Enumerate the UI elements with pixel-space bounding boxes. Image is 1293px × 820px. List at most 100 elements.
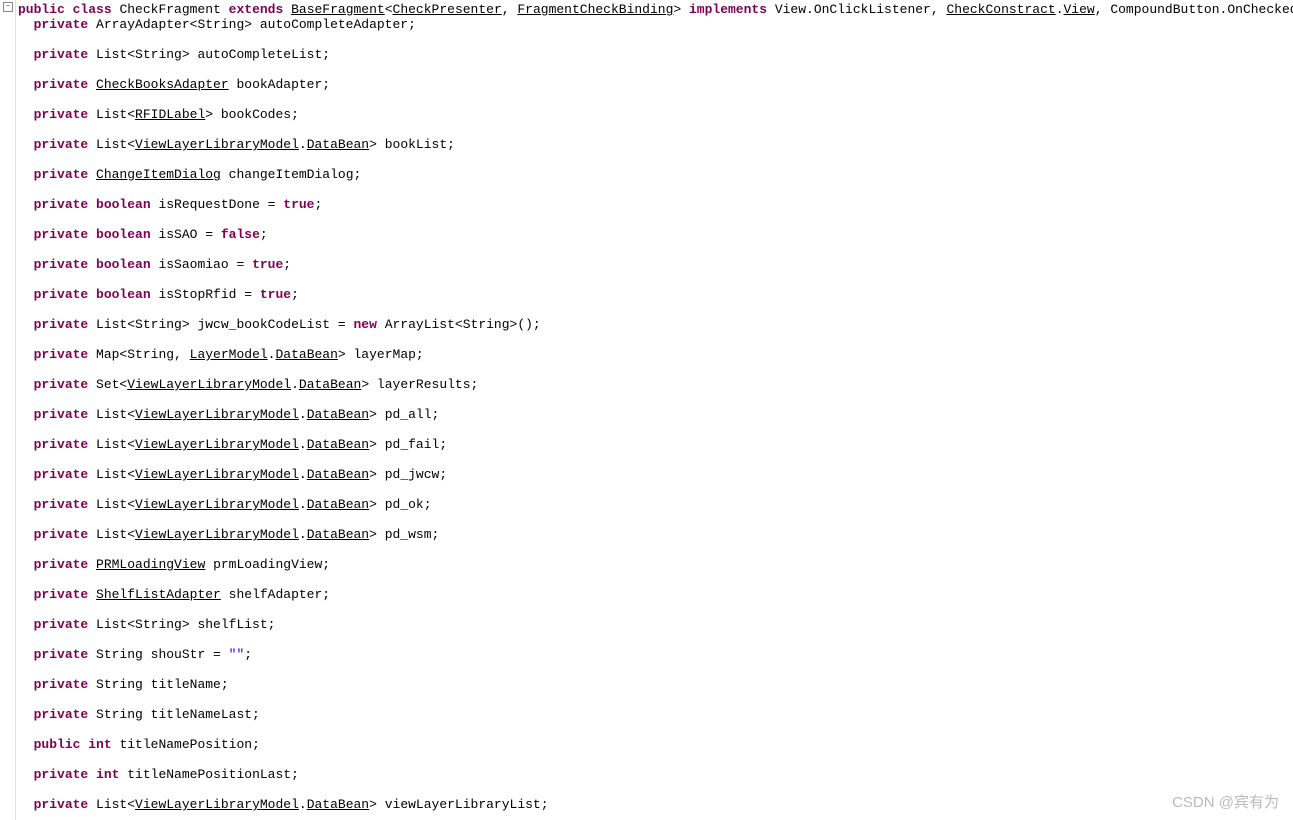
- identifier-token: String shouStr =: [96, 647, 229, 662]
- code-line[interactable]: public class CheckFragment extends BaseF…: [18, 2, 1293, 17]
- code-line[interactable]: private String shouStr = "";: [18, 647, 1293, 662]
- type-link-token: ShelfListAdapter: [96, 587, 221, 602]
- code-area[interactable]: public class CheckFragment extends BaseF…: [16, 0, 1293, 820]
- identifier-token: String titleName;: [96, 677, 229, 692]
- keyword-token: int: [88, 737, 111, 752]
- code-line[interactable]: private List<ViewLayerLibraryModel.DataB…: [18, 407, 1293, 422]
- identifier-token: > pd_wsm;: [369, 527, 439, 542]
- code-line-content: private boolean isSaomiao = true;: [18, 257, 291, 272]
- keyword-token: true: [260, 287, 291, 302]
- identifier-token: > bookCodes;: [205, 107, 299, 122]
- identifier-token: .: [291, 377, 299, 392]
- keyword-token: extends: [229, 2, 284, 17]
- keyword-token: private: [34, 587, 89, 602]
- keyword-token: private: [34, 377, 89, 392]
- code-line[interactable]: private List<String> autoCompleteList;: [18, 47, 1293, 62]
- code-line[interactable]: private List<ViewLayerLibraryModel.DataB…: [18, 527, 1293, 542]
- code-line[interactable]: private List<ViewLayerLibraryModel.DataB…: [18, 797, 1293, 812]
- code-line[interactable]: private boolean isRequestDone = true;: [18, 197, 1293, 212]
- code-editor[interactable]: − public class CheckFragment extends Bas…: [0, 0, 1293, 820]
- code-line-content: private ChangeItemDialog changeItemDialo…: [18, 167, 361, 182]
- code-line[interactable]: private List<RFIDLabel> bookCodes;: [18, 107, 1293, 122]
- keyword-token: private: [34, 707, 89, 722]
- identifier-token: Set<: [96, 377, 127, 392]
- code-line[interactable]: private CheckBooksAdapter bookAdapter;: [18, 77, 1293, 92]
- code-line-content: private String titleName;: [18, 677, 229, 692]
- identifier-token: List<: [96, 497, 135, 512]
- identifier-token: List<String> shelfList;: [96, 617, 275, 632]
- code-line[interactable]: private int titleNamePositionLast;: [18, 767, 1293, 782]
- code-line-content: private List<ViewLayerLibraryModel.DataB…: [18, 437, 447, 452]
- code-line[interactable]: private PRMLoadingView prmLoadingView;: [18, 557, 1293, 572]
- keyword-token: boolean: [96, 287, 151, 302]
- type-link-token: ViewLayerLibraryModel: [135, 797, 299, 812]
- keyword-token: boolean: [96, 227, 151, 242]
- identifier-token: changeItemDialog;: [229, 167, 362, 182]
- type-link-token: LayerModel: [190, 347, 268, 362]
- code-line[interactable]: private List<String> jwcw_bookCodeList =…: [18, 317, 1293, 332]
- fold-toggle-icon[interactable]: −: [3, 2, 13, 12]
- code-line[interactable]: private List<ViewLayerLibraryModel.DataB…: [18, 497, 1293, 512]
- type-link-token: DataBean: [307, 797, 369, 812]
- code-line[interactable]: private List<ViewLayerLibraryModel.DataB…: [18, 137, 1293, 152]
- keyword-token: private: [34, 77, 89, 92]
- code-line[interactable]: private ShelfListAdapter shelfAdapter;: [18, 587, 1293, 602]
- code-line-content: private List<ViewLayerLibraryModel.DataB…: [18, 527, 439, 542]
- code-line-content: private String titleNameLast;: [18, 707, 260, 722]
- type-link-token: ChangeItemDialog: [96, 167, 221, 182]
- type-link-token: DataBean: [307, 407, 369, 422]
- code-line[interactable]: private String titleName;: [18, 677, 1293, 692]
- type-link-token: DataBean: [299, 377, 361, 392]
- code-line[interactable]: private List<ViewLayerLibraryModel.DataB…: [18, 467, 1293, 482]
- type-link-token: BaseFragment: [291, 2, 385, 17]
- code-line[interactable]: private ChangeItemDialog changeItemDialo…: [18, 167, 1293, 182]
- identifier-token: shelfAdapter;: [229, 587, 330, 602]
- type-link-token: ViewLayerLibraryModel: [135, 527, 299, 542]
- keyword-token: public: [34, 737, 81, 752]
- keyword-token: private: [34, 137, 89, 152]
- identifier-token: List<: [96, 437, 135, 452]
- type-link-token: CheckBooksAdapter: [96, 77, 229, 92]
- code-line-content: public int titleNamePosition;: [18, 737, 260, 752]
- identifier-token: .: [299, 497, 307, 512]
- code-line[interactable]: private List<ViewLayerLibraryModel.DataB…: [18, 437, 1293, 452]
- identifier-token: titleNamePosition;: [119, 737, 259, 752]
- keyword-token: public: [18, 2, 65, 17]
- blank-line: [18, 302, 1293, 317]
- type-link-token: DataBean: [307, 437, 369, 452]
- blank-line: [18, 362, 1293, 377]
- identifier-token: > pd_all;: [369, 407, 439, 422]
- code-line-content: private List<String> autoCompleteList;: [18, 47, 330, 62]
- identifier-token: , CompoundButton.OnCheckedChangeListener…: [1095, 2, 1293, 17]
- identifier-token: List<: [96, 107, 135, 122]
- identifier-token: List<: [96, 797, 135, 812]
- code-line[interactable]: public int titleNamePosition;: [18, 737, 1293, 752]
- blank-line: [18, 62, 1293, 77]
- type-link-token: ViewLayerLibraryModel: [135, 467, 299, 482]
- identifier-token: ;: [291, 287, 299, 302]
- blank-line: [18, 692, 1293, 707]
- code-line[interactable]: private boolean isSAO = false;: [18, 227, 1293, 242]
- code-line[interactable]: private boolean isStopRfid = true;: [18, 287, 1293, 302]
- identifier-token: .: [299, 137, 307, 152]
- type-link-token: ViewLayerLibraryModel: [135, 137, 299, 152]
- blank-line: [18, 632, 1293, 647]
- identifier-token: List<: [96, 137, 135, 152]
- identifier-token: > pd_jwcw;: [369, 467, 447, 482]
- keyword-token: new: [353, 317, 376, 332]
- code-line-content: private String shouStr = "";: [18, 647, 252, 662]
- editor-gutter: −: [0, 0, 16, 820]
- code-line[interactable]: private boolean isSaomiao = true;: [18, 257, 1293, 272]
- identifier-token: .: [299, 527, 307, 542]
- keyword-token: private: [34, 497, 89, 512]
- code-line[interactable]: private String titleNameLast;: [18, 707, 1293, 722]
- code-line[interactable]: private List<String> shelfList;: [18, 617, 1293, 632]
- type-link-token: ViewLayerLibraryModel: [135, 497, 299, 512]
- code-line-content: private List<ViewLayerLibraryModel.DataB…: [18, 137, 455, 152]
- code-line[interactable]: private Set<ViewLayerLibraryModel.DataBe…: [18, 377, 1293, 392]
- identifier-token: List<: [96, 467, 135, 482]
- blank-line: [18, 332, 1293, 347]
- code-line[interactable]: private Map<String, LayerModel.DataBean>…: [18, 347, 1293, 362]
- code-line[interactable]: private ArrayAdapter<String> autoComplet…: [18, 17, 1293, 32]
- identifier-token: > layerResults;: [361, 377, 478, 392]
